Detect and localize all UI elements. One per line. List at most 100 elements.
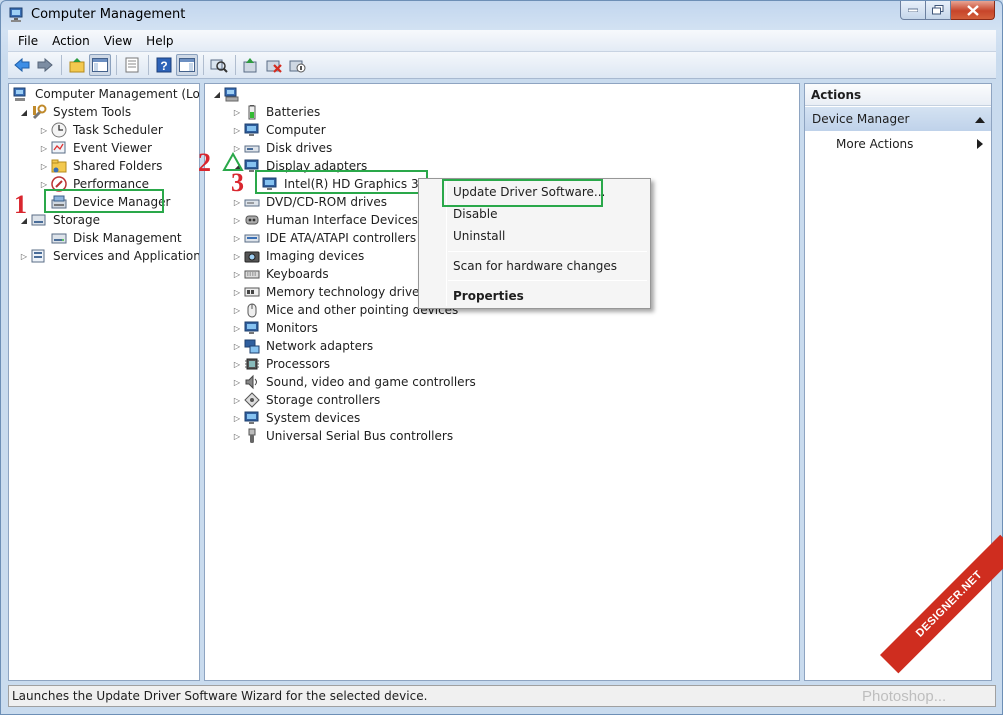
tree-item-computer[interactable]: ▷ Computer xyxy=(232,121,328,139)
collapsed-arrow-icon[interactable]: ▷ xyxy=(232,198,242,207)
tree-item-system-tools[interactable]: ◢ System Tools xyxy=(19,103,133,121)
menu-help[interactable]: Help xyxy=(139,31,180,51)
collapsed-arrow-icon[interactable]: ▷ xyxy=(232,108,242,117)
tree-label: Disk drives xyxy=(266,141,333,155)
expanded-arrow-icon[interactable]: ◢ xyxy=(212,90,222,99)
collapsed-arrow-icon[interactable]: ▷ xyxy=(232,216,242,225)
step-number-2: 2 xyxy=(198,148,211,177)
memory-icon xyxy=(244,287,260,297)
tree-item-batteries[interactable]: ▷ Batteries xyxy=(232,103,322,121)
close-button[interactable] xyxy=(951,1,995,20)
properties-icon xyxy=(125,57,139,73)
properties-button[interactable] xyxy=(121,54,143,76)
tree-item-task-scheduler[interactable]: ▷ Task Scheduler xyxy=(39,121,165,139)
menu-item-uninstall[interactable]: Uninstall xyxy=(453,226,505,246)
collapsed-arrow-icon[interactable]: ▷ xyxy=(232,270,242,279)
collapsed-arrow-icon[interactable]: ▷ xyxy=(232,360,242,369)
tree-item-imaging-devices[interactable]: ▷ Imaging devices xyxy=(232,247,366,265)
tree-label: Processors xyxy=(266,357,331,371)
tree-item-disk-management[interactable]: Disk Management xyxy=(49,229,184,247)
tree-label: Shared Folders xyxy=(73,159,163,173)
actions-section-label: Device Manager xyxy=(812,112,910,126)
collapsed-arrow-icon[interactable]: ▷ xyxy=(39,180,49,189)
menu-view[interactable]: View xyxy=(97,31,139,51)
tree-item-storage-controllers[interactable]: ▷ Storage controllers xyxy=(232,391,382,409)
menu-item-disable[interactable]: Disable xyxy=(453,204,498,224)
menu-item-properties[interactable]: Properties xyxy=(453,286,524,306)
toolbar-separator xyxy=(203,55,204,75)
help-button[interactable]: ? xyxy=(153,54,175,76)
collapsed-arrow-icon[interactable]: ▷ xyxy=(39,126,49,135)
collapsed-arrow-icon[interactable]: ▷ xyxy=(232,378,242,387)
collapsed-arrow-icon[interactable]: ▷ xyxy=(232,288,242,297)
toolbar-separator xyxy=(116,55,117,75)
tree-item-ide-ata-atapi[interactable]: ▷ IDE ATA/ATAPI controllers xyxy=(232,229,418,247)
collapsed-arrow-icon[interactable]: ▷ xyxy=(232,234,242,243)
menu-item-scan-hardware[interactable]: Scan for hardware changes xyxy=(453,256,617,276)
tree-item-event-viewer[interactable]: ▷ Event Viewer xyxy=(39,139,154,157)
tree-item-keyboards[interactable]: ▷ Keyboards xyxy=(232,265,331,283)
tree-item-system-devices[interactable]: ▷ System devices xyxy=(232,409,362,427)
tree-item-sound-video-game[interactable]: ▷ Sound, video and game controllers xyxy=(232,373,478,391)
expanded-arrow-icon[interactable]: ◢ xyxy=(19,108,29,117)
collapsed-arrow-icon[interactable]: ▷ xyxy=(232,252,242,261)
menu-action[interactable]: Action xyxy=(45,31,97,51)
tree-item-usb-controllers[interactable]: ▷ Universal Serial Bus controllers xyxy=(232,427,455,445)
minimize-button[interactable] xyxy=(900,1,926,20)
tree-item-services-applications[interactable]: ▷ Services and Applications xyxy=(19,247,199,265)
collapsed-arrow-icon[interactable]: ▷ xyxy=(39,162,49,171)
forward-icon xyxy=(37,57,53,73)
collapsed-arrow-icon[interactable]: ▷ xyxy=(232,324,242,333)
forward-button[interactable] xyxy=(34,54,56,76)
actions-section-device-manager[interactable]: Device Manager xyxy=(805,107,991,131)
context-menu-separator xyxy=(448,280,647,281)
show-hide-console-tree-button[interactable] xyxy=(89,54,111,76)
update-driver-icon xyxy=(243,58,257,73)
tree-item-dvd-cdrom[interactable]: ▷ DVD/CD-ROM drives xyxy=(232,193,389,211)
collapsed-arrow-icon[interactable]: ▷ xyxy=(232,126,242,135)
collapsed-arrow-icon[interactable]: ▷ xyxy=(232,396,242,405)
help-icon: ? xyxy=(156,57,172,73)
tree-label: Storage controllers xyxy=(266,393,381,407)
tree-item-human-interface-devices[interactable]: ▷ Human Interface Devices xyxy=(232,211,420,229)
network-icon xyxy=(244,339,260,354)
restore-icon xyxy=(932,5,944,15)
uninstall-button[interactable] xyxy=(263,54,285,76)
collapsed-arrow-icon[interactable]: ▷ xyxy=(232,306,242,315)
maximize-button[interactable] xyxy=(926,1,951,20)
tree-item-processors[interactable]: ▷ Processors xyxy=(232,355,332,373)
title-bar[interactable]: Computer Management xyxy=(1,1,1002,29)
more-actions-item[interactable]: More Actions xyxy=(836,134,991,154)
status-bar: Launches the Update Driver Software Wiza… xyxy=(8,685,996,707)
back-button[interactable] xyxy=(11,54,33,76)
battery-icon xyxy=(248,105,256,120)
tree-item-storage[interactable]: ◢ Storage xyxy=(19,211,102,229)
menu-file[interactable]: File xyxy=(11,31,45,51)
show-hide-action-pane-button[interactable] xyxy=(176,54,198,76)
collapsed-arrow-icon[interactable]: ▷ xyxy=(232,432,242,441)
context-menu-separator xyxy=(448,251,647,252)
usb-icon xyxy=(248,428,256,443)
collapsed-arrow-icon[interactable]: ▷ xyxy=(232,414,242,423)
tree-item-memory-technology-driver[interactable]: ▷ Memory technology driver xyxy=(232,283,426,301)
tree-label: Disk Management xyxy=(73,231,182,245)
tree-item-shared-folders[interactable]: ▷ Shared Folders xyxy=(39,157,164,175)
tree-item-monitors[interactable]: ▷ Monitors xyxy=(232,319,320,337)
more-actions-label: More Actions xyxy=(836,137,914,151)
tree-label: Computer Management (Local xyxy=(35,87,200,101)
collapse-caret-icon[interactable] xyxy=(975,117,985,123)
up-one-level-button[interactable] xyxy=(66,54,88,76)
tree-item-disk-drives[interactable]: ▷ Disk drives xyxy=(232,139,334,157)
collapsed-arrow-icon[interactable]: ▷ xyxy=(232,342,242,351)
disable-button[interactable] xyxy=(286,54,308,76)
minimize-icon xyxy=(908,8,918,12)
tree-item-computer-root[interactable]: ◢ xyxy=(212,85,244,103)
uninstall-device-icon xyxy=(266,60,282,73)
update-driver-button[interactable] xyxy=(240,54,262,76)
tree-item-network-adapters[interactable]: ▷ Network adapters xyxy=(232,337,375,355)
scan-hardware-button[interactable] xyxy=(208,54,230,76)
collapsed-arrow-icon[interactable]: ▷ xyxy=(39,144,49,153)
tree-item-computer-management[interactable]: Computer Management (Local xyxy=(11,85,200,103)
svg-text:?: ? xyxy=(160,59,167,73)
collapsed-arrow-icon[interactable]: ▷ xyxy=(19,252,29,261)
